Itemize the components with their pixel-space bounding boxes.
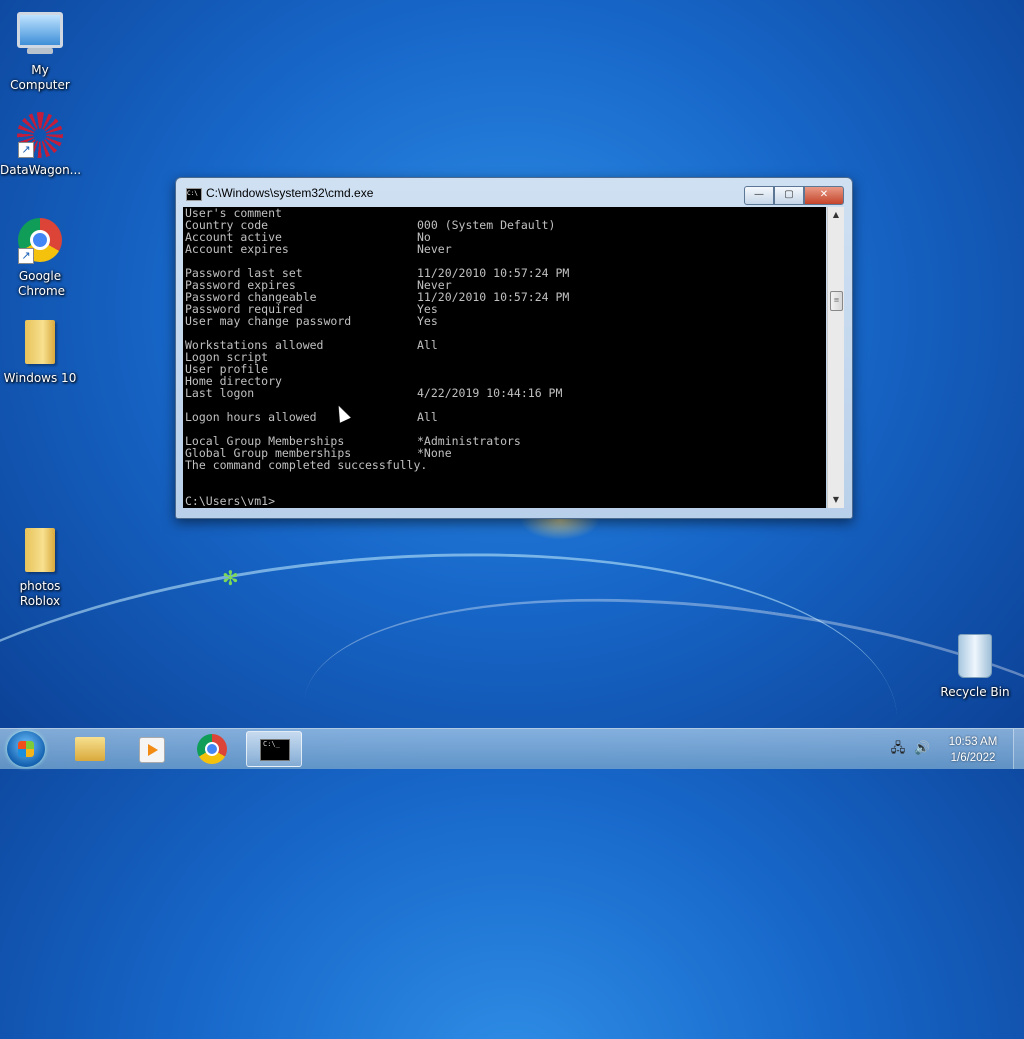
media-player-icon xyxy=(139,737,165,763)
maximize-button[interactable]: ▢ xyxy=(774,186,804,205)
console-line-value: 11/20/2010 10:57:24 PM xyxy=(417,290,570,304)
close-button[interactable]: ✕ xyxy=(804,186,844,205)
clock[interactable]: 10:53 AM 1/6/2022 xyxy=(938,734,1008,766)
console-line: Logon hours allowed All xyxy=(183,411,826,423)
console-line: C:\Users\vm1> xyxy=(183,495,826,507)
minimize-button[interactable]: — xyxy=(744,186,774,205)
desktop-icon-recycle-bin[interactable]: Recycle Bin xyxy=(935,632,1015,700)
folder-icon xyxy=(16,528,64,576)
windows-logo-icon xyxy=(18,741,34,757)
console-line-key: User may change password xyxy=(185,314,352,328)
shortcut-arrow-icon: ↗ xyxy=(18,248,34,264)
start-button[interactable] xyxy=(7,731,45,767)
desktop-icon-photos-roblox[interactable]: photos Roblox xyxy=(0,526,80,609)
computer-icon xyxy=(16,12,64,60)
console-line-value: All xyxy=(417,338,438,352)
vertical-scrollbar[interactable]: ▲ ≡ ▼ xyxy=(827,207,844,508)
desktop-icon-label: Google Chrome xyxy=(18,269,66,298)
console-line-key: C:\Users\vm1> xyxy=(185,494,276,508)
desktop-icon-label: Recycle Bin xyxy=(940,685,1010,699)
desktop-icon-datawagon[interactable]: ↗ DataWagon... xyxy=(0,112,82,178)
console-line-value: Never xyxy=(417,242,452,256)
console-line-key: Last logon xyxy=(185,386,255,400)
clock-date: 1/6/2022 xyxy=(950,752,996,764)
console-line-key: Logon hours allowed xyxy=(185,410,317,424)
chrome-icon xyxy=(197,734,227,764)
recycle-bin-icon xyxy=(951,634,999,682)
console-line: Workstations allowed All xyxy=(183,339,826,351)
window-titlebar[interactable]: C:\ C:\Windows\system32\cmd.exe — ▢ ✕ xyxy=(176,178,852,208)
scroll-thumb[interactable]: ≡ xyxy=(830,291,843,311)
cmd-icon: C:\_ xyxy=(260,739,290,761)
wallpaper-leaf: ✻ xyxy=(222,566,239,590)
desktop-icon-my-computer[interactable]: My Computer xyxy=(0,8,80,93)
console-line: Account expires Never xyxy=(183,243,826,255)
console-line-value: 000 (System Default) xyxy=(417,218,556,232)
scroll-up-arrow-icon[interactable]: ▲ xyxy=(828,207,844,223)
network-icon[interactable]: 🖧 xyxy=(890,741,906,757)
datawagon-icon: ↗ xyxy=(16,112,64,160)
console-line: Last logon 4/22/2019 10:44:16 PM xyxy=(183,387,826,399)
console-line-key: The command completed successfully. xyxy=(185,458,428,472)
taskbar-cmd[interactable]: C:\_ xyxy=(246,731,302,767)
folder-icon xyxy=(16,320,64,368)
console-line-value: 4/22/2019 10:44:16 PM xyxy=(417,386,563,400)
chrome-icon: ↗ xyxy=(16,218,64,266)
console-line: The command completed successfully. xyxy=(183,459,826,471)
taskbar-chrome[interactable] xyxy=(184,731,240,767)
taskbar-explorer[interactable] xyxy=(61,731,117,767)
show-desktop-button[interactable] xyxy=(1013,729,1024,769)
desktop-icon-label: photos Roblox xyxy=(19,579,61,608)
cmd-window[interactable]: C:\ C:\Windows\system32\cmd.exe — ▢ ✕ Us… xyxy=(175,177,853,519)
desktop-icon-label: My Computer xyxy=(10,63,70,92)
console-line: Logon script xyxy=(183,351,826,363)
desktop-icon-label: Windows 10 xyxy=(3,371,77,385)
console-output[interactable]: User's comment Country code 000 (System De… xyxy=(183,207,826,508)
taskbar: C:\_ 🖧 🔊 10:53 AM 1/6/2022 xyxy=(0,728,1024,769)
console-line-key: Account expires xyxy=(185,242,289,256)
desktop-icon-google-chrome[interactable]: ↗ Google Chrome xyxy=(0,216,80,299)
folder-icon xyxy=(75,737,105,761)
desktop-icon-windows-10[interactable]: Windows 10 xyxy=(0,318,80,386)
console-line-value: Yes xyxy=(417,314,438,328)
taskbar-media-player[interactable] xyxy=(122,731,178,767)
cmd-icon: C:\ xyxy=(186,188,202,201)
scroll-down-arrow-icon[interactable]: ▼ xyxy=(828,492,844,508)
volume-icon[interactable]: 🔊 xyxy=(914,741,930,757)
shortcut-arrow-icon: ↗ xyxy=(18,142,34,158)
desktop-icon-label: DataWagon... xyxy=(0,163,82,177)
window-title: C:\Windows\system32\cmd.exe xyxy=(206,186,374,200)
clock-time: 10:53 AM xyxy=(948,736,998,748)
console-line-value: All xyxy=(417,410,438,424)
console-line: User may change password Yes xyxy=(183,315,826,327)
